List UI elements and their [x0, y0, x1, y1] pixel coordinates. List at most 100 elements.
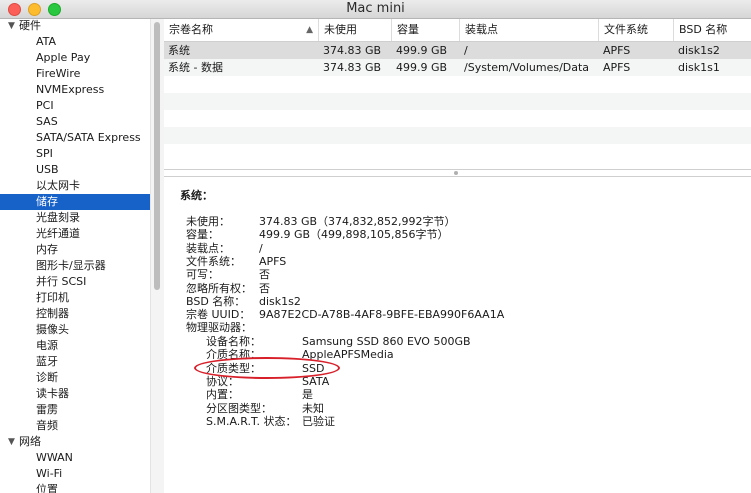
split-view-divider[interactable] — [164, 169, 751, 177]
title-bar: Mac mini — [0, 0, 751, 19]
table-row[interactable]: 系统 374.83 GB 499.9 GB / APFS disk1s2 — [164, 42, 751, 59]
table-cell: disk1s1 — [678, 61, 720, 74]
sidebar-item-label: 位置 — [36, 483, 58, 493]
sidebar-item-label: WWAN — [36, 451, 73, 464]
physical-drive-value: 未知 — [302, 401, 324, 415]
sidebar-item[interactable]: WWAN — [0, 450, 150, 466]
table-row[interactable]: 系统 - 数据 374.83 GB 499.9 GB/System/Volumes/… — [164, 59, 751, 76]
physical-drive-value: Samsung SSD 860 EVO 500GB — [302, 335, 471, 348]
detail-key: 文件系统： — [186, 254, 241, 268]
sidebar-item[interactable]: Apple Pay — [0, 50, 150, 66]
divider-handle-icon[interactable] — [454, 171, 458, 175]
sidebar-item[interactable]: 诊断 — [0, 370, 150, 386]
sidebar-item[interactable]: SATA/SATA Express — [0, 130, 150, 146]
sidebar-item-label: PCI — [36, 99, 54, 112]
sidebar-item[interactable]: ATA — [0, 34, 150, 50]
sidebar-item[interactable]: Wi-Fi — [0, 466, 150, 482]
detail-value: 499.9 GB（499,898,105,856字节） — [259, 228, 449, 242]
table-cell: disk1s2 — [678, 44, 720, 57]
annotation-ellipse — [194, 357, 340, 379]
detail-key: 物理驱动器： — [186, 321, 252, 335]
sidebar-scrollbar[interactable] — [150, 19, 165, 493]
sidebar-item[interactable]: PCI — [0, 98, 150, 114]
table-cell: / — [464, 44, 468, 57]
detail-key: 容量： — [186, 228, 219, 242]
sidebar-item[interactable]: 音频 — [0, 418, 150, 434]
sidebar-item-label: Apple Pay — [36, 51, 91, 64]
detail-value: APFS — [259, 254, 287, 268]
sidebar-item[interactable]: 内存 — [0, 242, 150, 258]
sidebar-item[interactable]: NVMExpress — [0, 82, 150, 98]
column-header-free[interactable]: 未使用 — [319, 19, 392, 41]
sidebar-item[interactable]: 以太网卡 — [0, 178, 150, 194]
column-header-mount-point[interactable]: 装载点 — [460, 19, 599, 41]
detail-title: 系统： — [180, 189, 213, 202]
detail-value: disk1s2 — [259, 294, 301, 308]
sort-ascending-icon: ▲ — [306, 25, 313, 35]
sidebar-item[interactable]: 电源 — [0, 338, 150, 354]
table-row — [164, 127, 751, 144]
sidebar-item[interactable]: USB — [0, 162, 150, 178]
sidebar-item-label: 并行 SCSI — [36, 275, 87, 288]
sidebar-item[interactable]: 控制器 — [0, 306, 150, 322]
sidebar-item[interactable]: 位置 — [0, 482, 150, 493]
table-cell: 系统 — [168, 44, 190, 57]
sidebar-item-label: 光纤通道 — [36, 227, 80, 240]
sidebar-item[interactable]: 读卡器 — [0, 386, 150, 402]
column-header-capacity[interactable]: 容量 — [392, 19, 460, 41]
sidebar-item[interactable]: 蓝牙 — [0, 354, 150, 370]
column-header-bsd-name[interactable]: BSD 名称 — [674, 19, 751, 41]
sidebar-item-label: 内存 — [36, 243, 58, 256]
detail-pane: 系统： 未使用： 374.83 GB（374,832,852,992字节） 容量： 4… — [164, 177, 751, 493]
sidebar-item-label: 雷雳 — [36, 403, 58, 416]
table-cell: APFS — [603, 44, 631, 57]
sidebar-item-label: 图形卡/显示器 — [36, 259, 106, 272]
sidebar-item-label: SPI — [36, 147, 53, 160]
sidebar-item[interactable]: 光盘刻录 — [0, 210, 150, 226]
detail-value: 否 — [259, 281, 270, 295]
detail-value: / — [259, 241, 263, 255]
sidebar-item[interactable]: 储存 — [0, 194, 150, 210]
sidebar-item-label: Wi-Fi — [36, 467, 63, 480]
sidebar-item-label: 储存 — [36, 195, 58, 208]
sidebar: ▼ 硬件 ATA Apple Pay FireWire NVMExpress PCI SAS S… — [0, 19, 150, 493]
sidebar-item-label: SATA/SATA Express — [36, 131, 141, 144]
sidebar-item[interactable]: FireWire — [0, 66, 150, 82]
sidebar-item[interactable]: 光纤通道 — [0, 226, 150, 242]
sidebar-item-label: 网络 — [19, 435, 41, 448]
sidebar-item-label: 电源 — [36, 339, 58, 352]
sidebar-item[interactable]: SPI — [0, 146, 150, 162]
physical-drive-value: 已验证 — [302, 414, 335, 428]
sidebar-item[interactable]: 打印机 — [0, 290, 150, 306]
sidebar-item[interactable]: 并行 SCSI — [0, 274, 150, 290]
sidebar-item-label: 摄像头 — [36, 323, 69, 336]
table-cell: /System/Volumes/Data — [464, 61, 590, 74]
sidebar-item-label: 蓝牙 — [36, 355, 58, 368]
sidebar-item[interactable]: 摄像头 — [0, 322, 150, 338]
column-header-file-system[interactable]: 文件系统 — [599, 19, 674, 41]
physical-drive-key: S.M.A.R.T. 状态： — [206, 414, 297, 428]
table-cell: 374.83 GB — [323, 61, 382, 74]
disclosure-triangle-icon[interactable]: ▼ — [8, 434, 15, 450]
sidebar-item-label: 打印机 — [36, 291, 69, 304]
detail-key: 可写： — [186, 268, 219, 282]
disclosure-triangle-icon[interactable]: ▼ — [8, 19, 15, 34]
sidebar-item-label: SAS — [36, 115, 58, 128]
sidebar-item-label: 诊断 — [36, 371, 58, 384]
physical-drive-key: 内置： — [206, 388, 239, 402]
sidebar-item[interactable]: 雷雳 — [0, 402, 150, 418]
table-cell: 499.9 GB — [396, 61, 448, 74]
sidebar-item[interactable]: SAS — [0, 114, 150, 130]
sidebar-scrollbar-thumb[interactable] — [154, 22, 160, 290]
sidebar-item-label: 硬件 — [19, 19, 41, 32]
physical-drive-value: 是 — [302, 388, 313, 402]
detail-value: 374.83 GB（374,832,852,992字节） — [259, 215, 456, 228]
window-title: Mac mini — [346, 1, 405, 16]
detail-key: 忽略所有权： — [186, 281, 252, 295]
sidebar-item[interactable]: 图形卡/显示器 — [0, 258, 150, 274]
sidebar-category[interactable]: ▼ 硬件 — [0, 19, 150, 34]
sidebar-category[interactable]: ▼ 网络 — [0, 434, 150, 450]
volume-table: 宗卷名称 ▲ 未使用 容量 装载点 文件系统 BSD 名称 系统 374.83 GB… — [164, 19, 751, 169]
detail-key: 未使用： — [186, 215, 230, 228]
column-header-volume-name[interactable]: 宗卷名称 ▲ — [164, 19, 319, 41]
